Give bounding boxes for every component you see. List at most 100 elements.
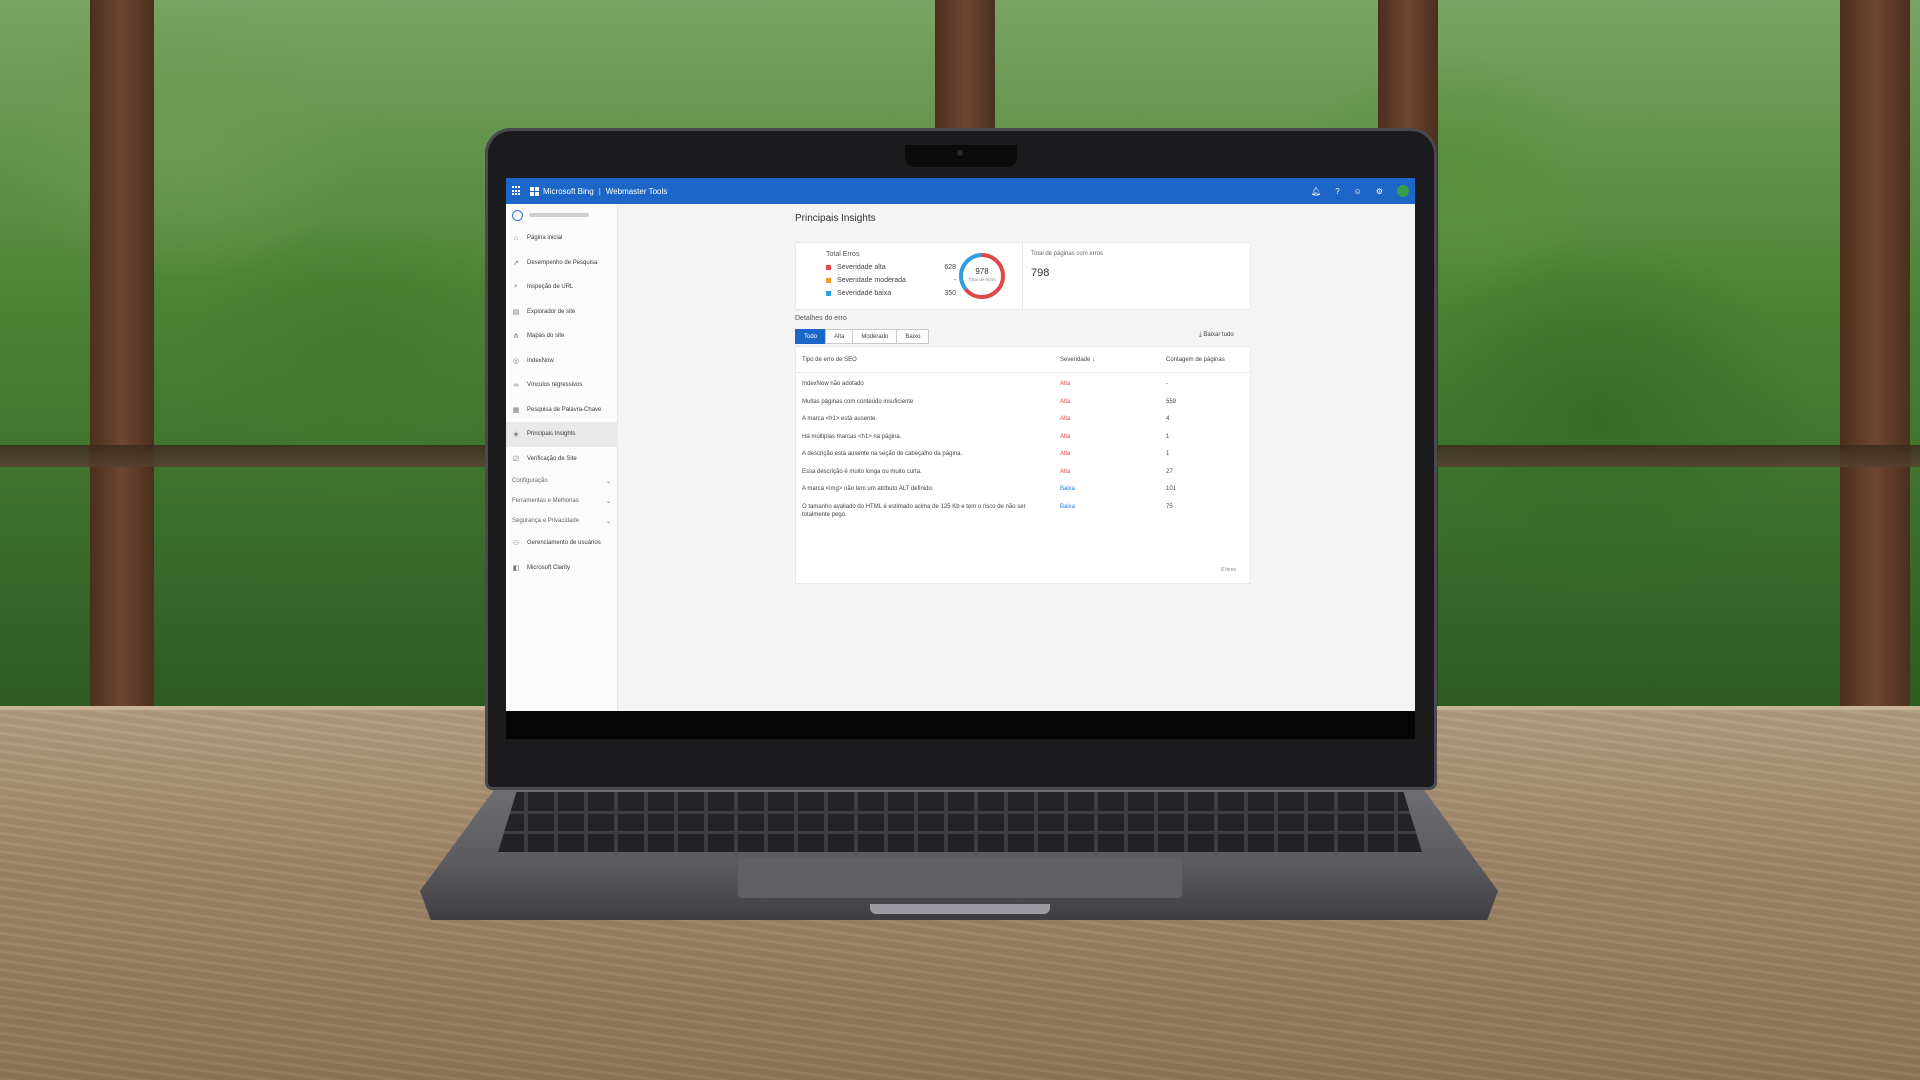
- site-selector[interactable]: [506, 204, 617, 226]
- severity-value[interactable]: Alta: [1060, 450, 1070, 458]
- folder-icon: ▤: [512, 308, 520, 316]
- error-type: Muitas páginas com conteúdo insuficiente: [802, 399, 914, 405]
- site-url-blurred: [529, 213, 589, 217]
- sidebar-item-label: Desempenho de Pesquisa: [527, 259, 598, 266]
- error-details-title: Detalhes do erro: [795, 315, 847, 322]
- tab-baixo[interactable]: Baixo: [896, 329, 930, 344]
- laptop-keyboard: [498, 792, 1422, 852]
- trend-icon: ↗: [513, 259, 519, 267]
- feedback-icon[interactable]: ☺: [1354, 187, 1362, 196]
- severity-value[interactable]: Baixa: [1060, 503, 1075, 511]
- sidebar-item-label: Principais Insights: [527, 431, 576, 438]
- sidebar-item[interactable]: ↗ Desempenho de Pesquisa: [506, 251, 617, 276]
- home-icon: ⌂: [513, 234, 519, 242]
- link-icon: ∞: [513, 381, 519, 389]
- product-name[interactable]: Webmaster Tools: [606, 187, 668, 196]
- sidebar-item-label: IndexNow: [527, 357, 554, 364]
- app-launcher-icon[interactable]: [512, 186, 522, 196]
- laptop-front-notch: [870, 904, 1050, 914]
- sidebar-item[interactable]: ◈ Principais Insights: [506, 422, 617, 447]
- page-count: 4: [1166, 416, 1170, 422]
- errors-card-title: Total Erros: [826, 251, 860, 258]
- tab-moderado[interactable]: Moderado: [852, 329, 898, 344]
- donut-total-label: Total de erros: [968, 277, 996, 282]
- settings-icon[interactable]: ⚙: [1376, 187, 1383, 196]
- errors-table: Tipo de erro de SEO Severidade ↓ Contage…: [795, 346, 1252, 584]
- sidebar-item-label: Verificação de Site: [527, 455, 577, 462]
- severity-value[interactable]: Alta: [1060, 433, 1070, 441]
- sidebar-item[interactable]: ⌕ Inspeção de URL: [506, 275, 617, 300]
- sidebar-item[interactable]: ◧ Microsoft Clarity: [506, 556, 617, 581]
- table-header: Tipo de erro de SEO Severidade ↓ Contage…: [796, 347, 1252, 373]
- sidebar-item[interactable]: ⋔ Mapas do site: [506, 324, 617, 349]
- sidebar-item[interactable]: ◎ IndexNow: [506, 349, 617, 374]
- severity-value[interactable]: Alta: [1060, 380, 1070, 388]
- severity-value[interactable]: Alta: [1060, 468, 1070, 476]
- severity-value[interactable]: Alta: [1060, 415, 1070, 423]
- sidebar-item-label: Pesquisa de Palavra-Chave: [527, 406, 602, 413]
- page-count: -: [1166, 381, 1168, 387]
- error-type: A marca <img> não tem um atributo ALT de…: [802, 486, 934, 492]
- severity-value[interactable]: Baixa: [1060, 485, 1075, 493]
- sidebar-item-label: Inspeção de URL: [527, 284, 574, 291]
- page-count: 101: [1166, 486, 1177, 492]
- sidebar-section[interactable]: Ferramentas e Melhorias ⌄: [506, 491, 617, 511]
- severity-moderate-marker: [826, 278, 831, 283]
- header-separator: |: [598, 186, 601, 196]
- bell-icon[interactable]: 🔔︎: [1311, 187, 1321, 196]
- error-type: O tamanho avaliado do HTML é estimado ac…: [802, 504, 1026, 518]
- sidebar-item[interactable]: ⌂ Página inicial: [506, 226, 617, 251]
- sidebar-section-label: Segurança e Privacidade: [512, 518, 580, 524]
- microsoft-logo-icon: [530, 186, 539, 196]
- tab-todo[interactable]: Todo: [795, 329, 827, 344]
- sidebar-item[interactable]: ☑ Verificação de Site: [506, 447, 617, 472]
- download-all-button[interactable]: ⤓ Baixar tudo: [1199, 332, 1234, 339]
- header-actions: 🔔︎ ? ☺ ⚙: [1311, 185, 1409, 197]
- indexnow-icon: ◎: [512, 357, 520, 365]
- users-icon: ⚇: [512, 540, 520, 548]
- camera-notch: [905, 145, 1017, 167]
- severity-row-high[interactable]: Severidade alta 628: [826, 264, 956, 271]
- column-header-page-count[interactable]: Contagem de páginas: [1166, 357, 1225, 363]
- sidebar-section[interactable]: Segurança e Privacidade ⌄: [506, 511, 617, 531]
- sidebar-item[interactable]: ▤ Explorador de site: [506, 300, 617, 325]
- sidebar-section[interactable]: Configuração ⌄: [506, 471, 617, 491]
- brand-name[interactable]: Microsoft Bing: [543, 187, 594, 196]
- severity-filter-tabs: Todo Alta Moderado Baixo: [795, 329, 930, 344]
- clarity-icon: ◧: [512, 564, 520, 572]
- pages-card-title: Total de páginas com erros: [1031, 251, 1104, 257]
- sidebar-item-label: Mapas do site: [527, 333, 565, 340]
- sidebar-item[interactable]: ∞ Vínculos regressivos: [506, 373, 617, 398]
- sidebar-section-label: Ferramentas e Melhorias: [512, 498, 579, 504]
- severity-row-low[interactable]: Severidade baixa 350: [826, 290, 956, 297]
- sidebar-item-label: Página inicial: [527, 235, 563, 242]
- severity-row-moderate[interactable]: Severidade moderada -: [826, 277, 956, 284]
- window-frame-left: [90, 0, 154, 712]
- severity-label: Severidade alta: [837, 264, 886, 271]
- sidebar-item-label: Vínculos regressivos: [527, 382, 583, 389]
- sidebar-nav: ⌂ Página inicial ↗ Desempenho de Pesquisa ⌕ I…: [506, 226, 617, 471]
- help-icon[interactable]: ?: [1335, 187, 1339, 196]
- keyword-icon: ▦: [512, 406, 520, 414]
- laptop-screen: Microsoft Bing | Webmaster Tools 🔔︎ ? ☺ …: [506, 178, 1415, 711]
- chevron-down-icon: ⌄: [605, 518, 611, 525]
- severity-label: Severidade baixa: [837, 290, 892, 297]
- sidebar-item[interactable]: ⚇ Gerenciamento de usuários: [506, 531, 617, 556]
- column-header-severity[interactable]: Severidade ↓: [1060, 357, 1095, 363]
- error-type: A descrição está ausente na seção de cab…: [802, 451, 963, 457]
- sidebar-item[interactable]: ▦ Pesquisa de Palavra-Chave: [506, 398, 617, 423]
- severity-label: Severidade moderada: [837, 277, 906, 284]
- errors-card: Total Erros Severidade alta 628 Severida…: [795, 242, 1023, 310]
- error-type: IndexNow não adotado: [802, 381, 864, 387]
- errors-donut-chart: [959, 253, 1005, 299]
- column-header-type[interactable]: Tipo de erro de SEO: [802, 357, 857, 363]
- laptop-trackpad: [738, 858, 1182, 898]
- severity-high-marker: [826, 265, 831, 270]
- insights-icon: ◈: [513, 431, 519, 439]
- avatar[interactable]: [1397, 185, 1409, 197]
- error-type: A marca <h1> está ausente.: [802, 416, 878, 422]
- severity-value[interactable]: Alta: [1060, 398, 1070, 406]
- tab-alta[interactable]: Alta: [825, 329, 854, 344]
- donut-total: 978: [975, 267, 989, 276]
- page-count: 1: [1166, 451, 1170, 457]
